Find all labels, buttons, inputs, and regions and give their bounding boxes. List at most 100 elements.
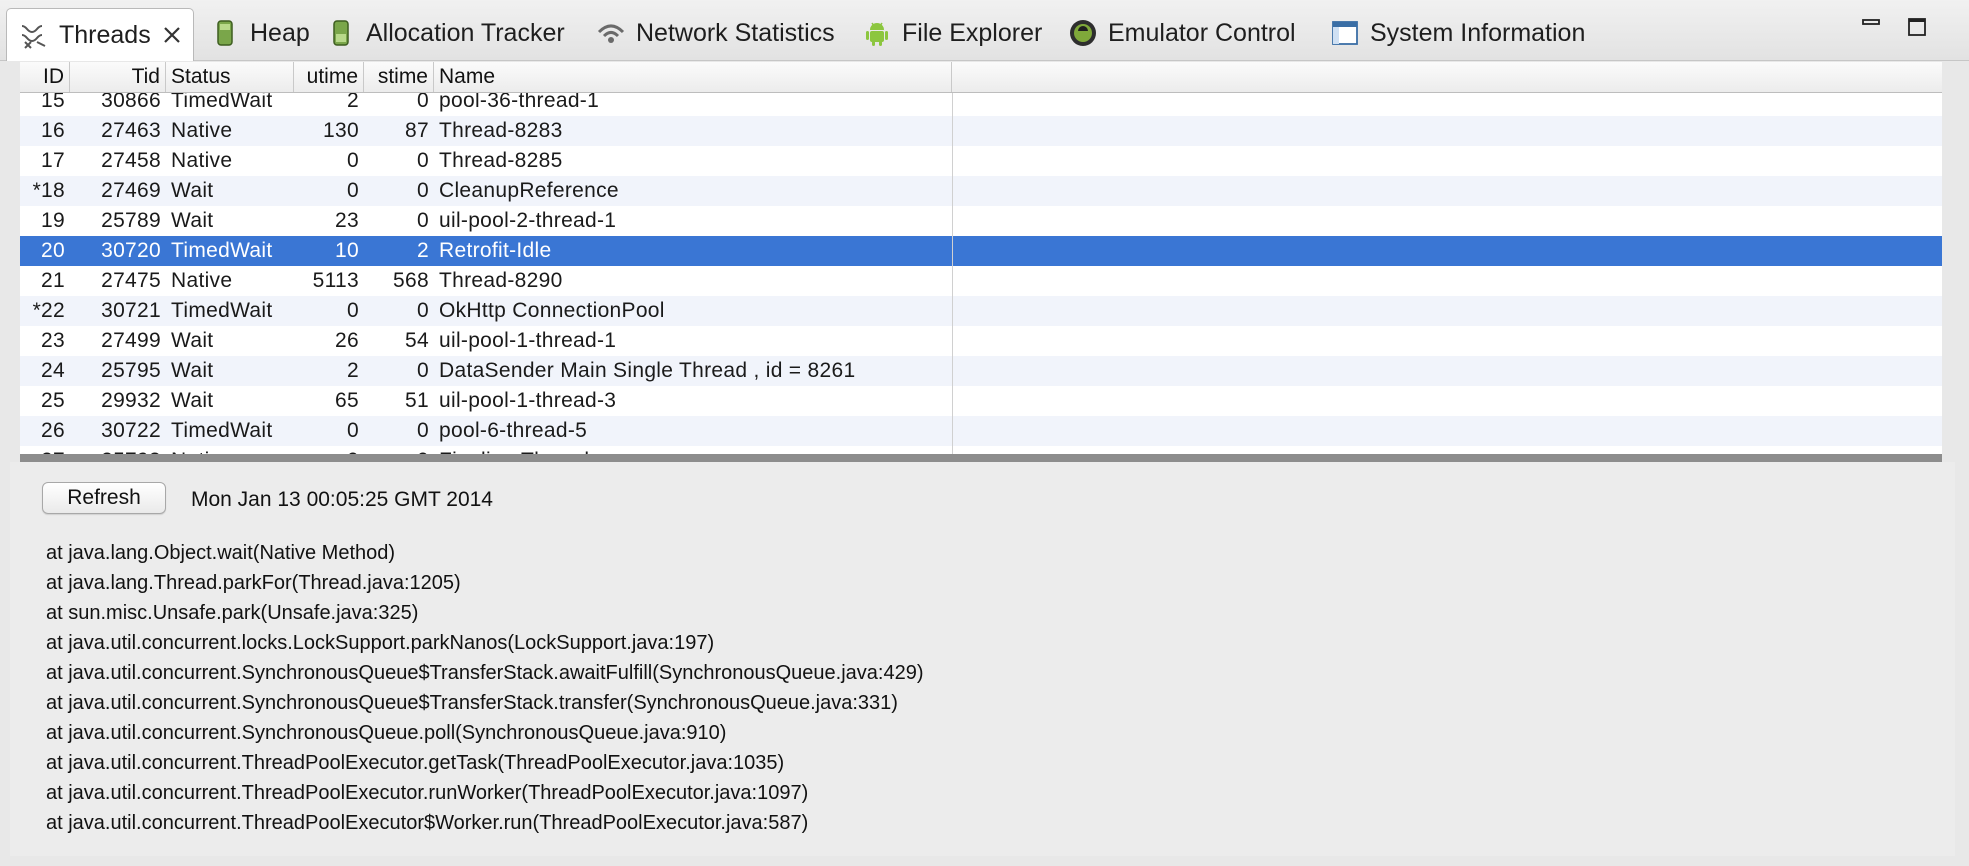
cell-id: *18 bbox=[32, 179, 65, 202]
minimize-icon[interactable] bbox=[1860, 16, 1882, 38]
cell-stime: 0 bbox=[417, 179, 429, 202]
tab-heap-label: Heap bbox=[250, 18, 310, 47]
cell-status: Native bbox=[171, 269, 233, 292]
tab-allocation-tracker[interactable]: Allocation Tracker bbox=[326, 8, 565, 58]
stack-frame: at java.util.concurrent.ThreadPoolExecut… bbox=[46, 752, 785, 774]
cell-utime: 130 bbox=[323, 119, 359, 142]
cell-id: 24 bbox=[41, 359, 65, 382]
cell-stime: 568 bbox=[393, 269, 429, 292]
column-header-utime[interactable]: utime bbox=[294, 62, 364, 92]
cell-status: TimedWait bbox=[171, 419, 273, 442]
tab-network-statistics-label: Network Statistics bbox=[636, 18, 835, 47]
cell-tid: 27499 bbox=[101, 329, 161, 352]
cell-tid: 27463 bbox=[101, 119, 161, 142]
cell-tid: 25793 bbox=[70, 446, 166, 454]
cell-status: TimedWait bbox=[171, 299, 273, 322]
refresh-button[interactable]: Refresh bbox=[42, 482, 166, 514]
column-header-status[interactable]: Status bbox=[166, 62, 294, 92]
stack-frame: at java.util.concurrent.SynchronousQueue… bbox=[46, 692, 898, 714]
stack-trace: at java.lang.Object.wait(Native Method) a… bbox=[46, 538, 924, 838]
table-row[interactable]: 2725793Native00FinalizerThread bbox=[20, 446, 1942, 454]
cell-id: *22 bbox=[32, 299, 65, 322]
emulator-icon bbox=[1068, 18, 1098, 48]
cell-status: Native bbox=[166, 446, 294, 454]
stack-frame: at java.util.concurrent.ThreadPoolExecut… bbox=[46, 782, 809, 804]
column-header-tid[interactable]: Tid bbox=[70, 62, 166, 92]
table-row[interactable]: 21 27475 Native 5113 568 Thread-8290 bbox=[20, 266, 1942, 296]
cell-utime: 26 bbox=[335, 329, 359, 352]
cell-tid: 25795 bbox=[101, 359, 161, 382]
cell-utime: 0 bbox=[347, 419, 359, 442]
cell-stime: 51 bbox=[405, 389, 429, 412]
column-header-stime[interactable]: stime bbox=[364, 62, 434, 92]
column-header-name[interactable]: Name bbox=[434, 62, 952, 92]
tab-file-explorer[interactable]: File Explorer bbox=[862, 8, 1042, 58]
cell-name: Retrofit-Idle bbox=[439, 239, 552, 262]
table-row[interactable]: 19 25789 Wait 23 0 uil-pool-2-thread-1 bbox=[20, 206, 1942, 236]
table-row[interactable]: *18 27469 Wait 0 0 CleanupReference bbox=[20, 176, 1942, 206]
tab-system-information-label: System Information bbox=[1370, 18, 1586, 47]
network-icon bbox=[596, 18, 626, 48]
cell-stime: 0 bbox=[417, 209, 429, 232]
table-row[interactable]: 17 27458 Native 0 0 Thread-8285 bbox=[20, 146, 1942, 176]
tab-bar: Threads Heap Allocation Tracker Network … bbox=[0, 0, 1969, 61]
cell-status: Wait bbox=[171, 329, 214, 352]
close-tab-icon[interactable] bbox=[161, 24, 183, 46]
cell-name: uil-pool-2-thread-1 bbox=[439, 209, 617, 232]
table-row-selected[interactable]: 20 30720 TimedWait 10 2 Retrofit-Idle bbox=[20, 236, 1942, 266]
cell-status: Wait bbox=[171, 179, 214, 202]
tab-emulator-control[interactable]: Emulator Control bbox=[1068, 8, 1296, 58]
android-icon bbox=[862, 18, 892, 48]
cell-utime: 23 bbox=[335, 209, 359, 232]
heap-icon bbox=[210, 18, 240, 48]
tab-network-statistics[interactable]: Network Statistics bbox=[596, 8, 835, 58]
cell-id: 16 bbox=[41, 119, 65, 142]
cell-tid: 30721 bbox=[101, 299, 161, 322]
panel-splitter[interactable] bbox=[20, 454, 1942, 462]
table-row[interactable]: *22 30721 TimedWait 0 0 OkHttp ConnectionPool bbox=[20, 296, 1942, 326]
cell-name: CleanupReference bbox=[439, 179, 619, 202]
tab-allocation-tracker-label: Allocation Tracker bbox=[366, 18, 565, 47]
cell-id: 26 bbox=[41, 419, 65, 442]
cell-stime: 2 bbox=[417, 239, 429, 262]
table-row[interactable]: 24 25795 Wait 2 0 DataSender Main Single Thre… bbox=[20, 356, 1942, 386]
cell-tid: 27475 bbox=[101, 269, 161, 292]
cell-utime: 0 bbox=[347, 179, 359, 202]
cell-tid: 25789 bbox=[101, 209, 161, 232]
tab-threads-label: Threads bbox=[59, 20, 151, 49]
cell-id: 27 bbox=[20, 446, 70, 454]
stack-frame: at java.lang.Object.wait(Native Method) bbox=[46, 542, 396, 564]
cell-stime: 0 bbox=[417, 419, 429, 442]
cell-tid: 27469 bbox=[101, 179, 161, 202]
cell-status: Wait bbox=[171, 359, 214, 382]
cell-stime: 54 bbox=[405, 329, 429, 352]
cell-tid: 30722 bbox=[101, 419, 161, 442]
cell-stime: 0 bbox=[417, 149, 429, 172]
refresh-timestamp: Mon Jan 13 00:05:25 GMT 2014 bbox=[191, 488, 493, 511]
cell-name: Thread-8283 bbox=[439, 119, 563, 142]
cell-name: OkHttp ConnectionPool bbox=[439, 299, 665, 322]
tab-emulator-control-label: Emulator Control bbox=[1108, 18, 1296, 47]
stack-frame: at java.util.concurrent.locks.LockSuppor… bbox=[46, 632, 715, 654]
tab-system-information[interactable]: System Information bbox=[1330, 8, 1585, 58]
tab-heap[interactable]: Heap bbox=[210, 8, 310, 58]
cell-stime: 0 bbox=[417, 299, 429, 322]
cell-status: Native bbox=[171, 119, 233, 142]
system-information-icon bbox=[1330, 18, 1360, 48]
threads-table[interactable]: 15 30866 TimedWait 2 0 pool-36-thread-1 16 2746… bbox=[20, 62, 1942, 454]
table-row[interactable]: 25 29932 Wait 65 51 uil-pool-1-thread-3 bbox=[20, 386, 1942, 416]
stack-trace-panel: Refresh Mon Jan 13 00:05:25 GMT 2014 at … bbox=[10, 462, 1955, 856]
cell-utime: 5113 bbox=[312, 269, 359, 292]
cell-name: uil-pool-1-thread-1 bbox=[439, 329, 617, 352]
cell-tid: 27458 bbox=[101, 149, 161, 172]
column-divider bbox=[952, 92, 953, 454]
cell-utime: 0 bbox=[347, 299, 359, 322]
table-row[interactable]: 23 27499 Wait 26 54 uil-pool-1-thread-1 bbox=[20, 326, 1942, 356]
maximize-icon[interactable] bbox=[1906, 16, 1928, 38]
tab-threads[interactable]: Threads bbox=[6, 8, 194, 61]
table-row[interactable]: 26 30722 TimedWait 0 0 pool-6-thread-5 bbox=[20, 416, 1942, 446]
column-header-id[interactable]: ID bbox=[20, 62, 70, 92]
stack-frame: at sun.misc.Unsafe.park(Unsafe.java:325) bbox=[46, 602, 419, 624]
table-row[interactable]: 16 27463 Native 130 87 Thread-8283 bbox=[20, 116, 1942, 146]
cell-utime: 0 bbox=[294, 446, 364, 454]
